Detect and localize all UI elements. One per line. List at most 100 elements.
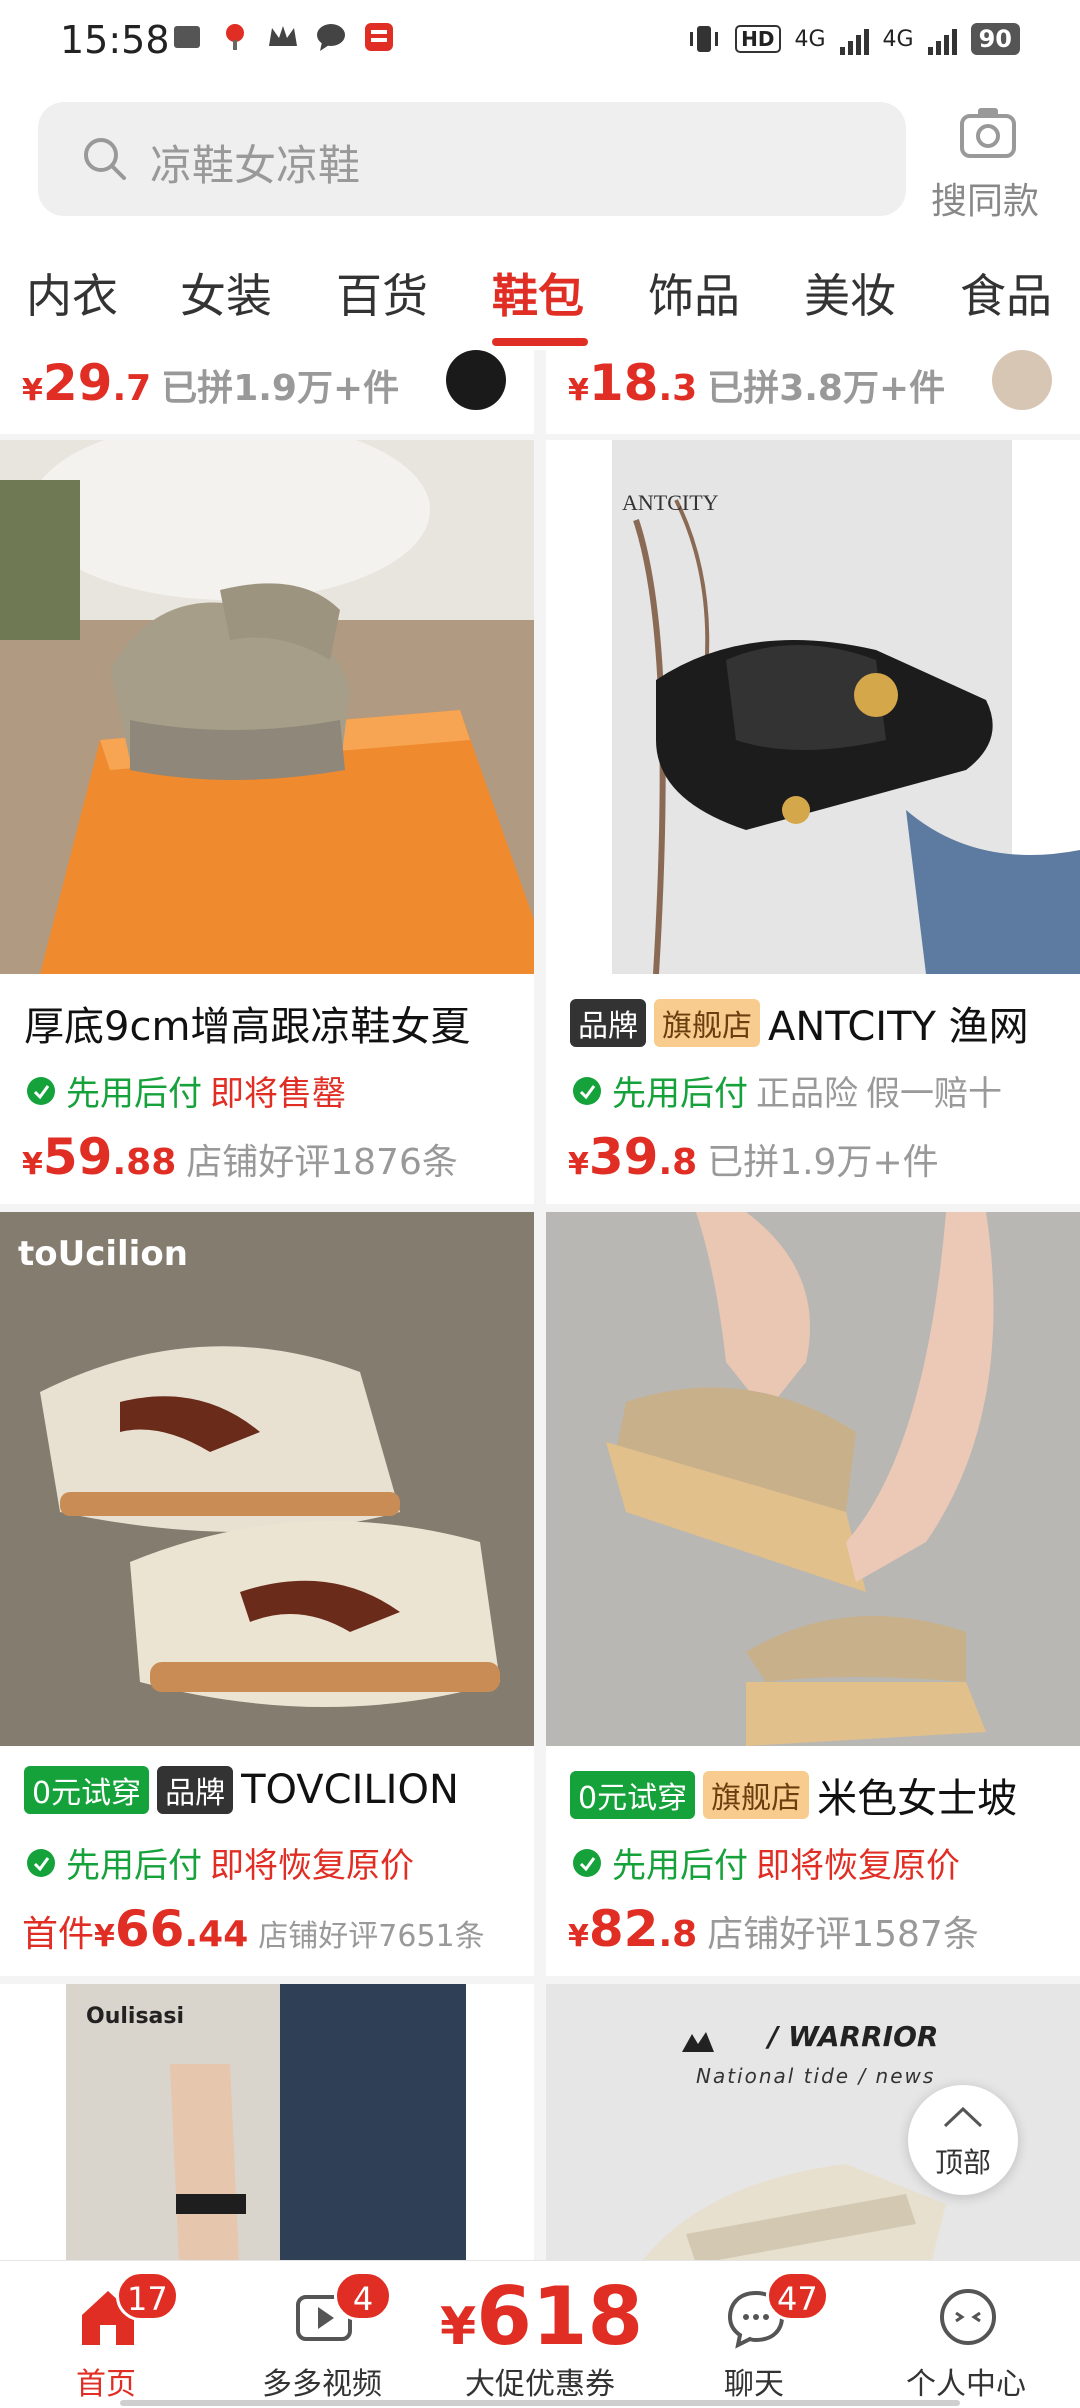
pay-later-icon: [573, 1848, 601, 1877]
product-card[interactable]: toUcilion 0元试穿 品牌 TOVCILION 先用后付 即将恢复原价 …: [0, 1212, 534, 1976]
product-title-row: 0元试穿 旗舰店 米色女士坡: [570, 1766, 1070, 1824]
product-title: 米色女士坡: [817, 1776, 1018, 1822]
product-price-row: ¥59.88 店铺好评1876条: [22, 1128, 458, 1186]
nav-promo-coupon[interactable]: ¥618 大促优惠券: [440, 2261, 643, 2408]
first-item-label: 首件: [22, 1914, 95, 1955]
product-title: TOVCILION: [241, 1767, 459, 1813]
pay-later-label: 先用后付: [66, 1846, 202, 1886]
price-status: 即将恢复原价: [756, 1846, 960, 1886]
image-brand-text: / WARRIOR: [768, 2020, 939, 2053]
nav-profile[interactable]: 个人中心: [866, 2261, 1066, 2408]
product-title: 厚底9cm增高跟凉鞋女夏: [24, 1004, 471, 1050]
image-brand-text: Oulisasi: [86, 2004, 185, 2029]
product-price-row: ¥82.8 店铺好评1587条: [568, 1900, 979, 1958]
image-sub-text: National tide / news: [696, 2064, 936, 2088]
pay-later-label: 先用后付: [612, 1846, 748, 1886]
sold-count: 已拼1.9万+件: [161, 368, 400, 409]
sold-count: 已拼1.9万+件: [707, 1142, 939, 1183]
image-brand-text: toUcilion: [18, 1234, 188, 1274]
search-input[interactable]: 凉鞋女凉鞋: [38, 102, 906, 216]
battery-level: 90: [970, 23, 1020, 55]
product-title-row: 品牌 旗舰店 ANTCITY 渔网: [570, 994, 1070, 1052]
product-image: ANTCITY: [546, 440, 1080, 974]
status-notification-icons: [170, 20, 396, 54]
product-title-row: 0元试穿 品牌 TOVCILION: [24, 1766, 524, 1814]
tab-food[interactable]: 食品: [960, 260, 1052, 326]
free-try-tag: 0元试穿: [24, 1766, 150, 1814]
chat-badge: 47: [766, 2271, 829, 2321]
guarantee-label-2: 假一赔十: [866, 1074, 1002, 1114]
status-time: 15:58: [60, 18, 170, 62]
profile-icon: [940, 2289, 996, 2345]
location-icon: [218, 20, 252, 54]
review-count: 店铺好评1587条: [707, 1914, 979, 1955]
nav-home[interactable]: 17 首页: [6, 2261, 206, 2408]
free-try-tag: 0元试穿: [570, 1771, 696, 1819]
tab-general-goods[interactable]: 百货: [336, 260, 428, 326]
back-to-top-button[interactable]: 顶部: [908, 2085, 1018, 2195]
product-image: [0, 440, 534, 974]
signal-icon-2: [927, 23, 957, 55]
product-card[interactable]: 厚底9cm增高跟凉鞋女夏 先用后付 即将售罄 ¥59.88 店铺好评1876条: [0, 440, 534, 1204]
product-card[interactable]: ANTCITY 品牌 旗舰店 ANTCITY 渔网 先用后付 正品险 假一赔十 …: [546, 440, 1080, 1204]
tab-beauty[interactable]: 美妆: [804, 260, 896, 326]
nav-chat[interactable]: 47 聊天: [654, 2261, 854, 2408]
video-badge: 4: [334, 2271, 392, 2321]
pay-later-icon: [27, 1848, 55, 1877]
avatar: [446, 350, 506, 410]
guarantee-label: 正品险: [756, 1074, 858, 1114]
search-placeholder: 凉鞋女凉鞋: [150, 141, 361, 190]
tab-underwear[interactable]: 内衣: [26, 260, 118, 326]
crown-icon: [266, 20, 300, 54]
tab-accessories[interactable]: 饰品: [648, 260, 740, 326]
nav-video[interactable]: 4 多多视频: [222, 2261, 422, 2408]
product-price-row: ¥39.8 已拼1.9万+件: [568, 1128, 939, 1186]
same-style-search-button[interactable]: 搜同款: [920, 100, 1050, 222]
product-price: ¥29.7 已拼1.9万+件: [22, 354, 400, 412]
network-label-1: 4G: [794, 26, 826, 52]
product-price: ¥59.88: [22, 1128, 177, 1186]
same-style-label: 搜同款: [930, 181, 1039, 222]
product-price: ¥66.44: [94, 1900, 249, 1958]
product-badges: 先用后付 即将售罄: [24, 1066, 346, 1115]
pay-later-icon: [27, 1076, 55, 1105]
product-price-row: 首件 ¥66.44 店铺好评7651条: [22, 1900, 485, 1958]
sold-count: 已拼3.8万+件: [707, 368, 946, 409]
search-row: 凉鞋女凉鞋 搜同款: [0, 100, 1080, 222]
product-feed[interactable]: ¥29.7 已拼1.9万+件 ¥18.3 已拼3.8万+件 厚底9cm增高跟凉鞋女夏: [0, 350, 1080, 2260]
search-icon: [84, 138, 126, 180]
home-indicator[interactable]: [120, 2400, 960, 2406]
tab-shoes-bags[interactable]: 鞋包: [492, 260, 584, 326]
app-notification-icon: [170, 20, 204, 54]
product-card-partial-left[interactable]: ¥29.7 已拼1.9万+件: [0, 350, 534, 434]
brand-tag: 品牌: [157, 1766, 234, 1814]
product-badges: 先用后付 正品险 假一赔十: [570, 1066, 1002, 1115]
product-card-partial-right[interactable]: ¥18.3 已拼3.8万+件: [546, 350, 1080, 434]
flagship-tag: 旗舰店: [703, 1771, 810, 1819]
product-price: ¥82.8: [568, 1900, 698, 1958]
warrior-logo-icon: [682, 2032, 714, 2052]
status-system-icons: HD 4G 4G 90: [687, 22, 1020, 56]
brand-tag: 品牌: [570, 999, 646, 1047]
category-tabs: 内衣 女装 百货 鞋包 饰品 美妆 食品: [0, 240, 1080, 350]
app-badge-icon: [362, 20, 396, 54]
chat-bubble-icon: [314, 20, 348, 54]
nav-video-label: 多多视频: [262, 2367, 382, 2402]
home-badge: 17: [116, 2271, 179, 2321]
signal-icon: [839, 23, 869, 55]
product-badges: 先用后付 即将恢复原价: [24, 1838, 414, 1887]
tab-womens-clothing[interactable]: 女装: [180, 260, 272, 326]
vibrate-icon: [690, 26, 719, 52]
product-price: ¥18.3 已拼3.8万+件: [568, 354, 946, 412]
pay-later-label: 先用后付: [66, 1074, 202, 1114]
nav-profile-label: 个人中心: [906, 2367, 1026, 2402]
network-label-2: 4G: [882, 26, 914, 52]
product-card[interactable]: 0元试穿 旗舰店 米色女士坡 先用后付 即将恢复原价 ¥82.8 店铺好评158…: [546, 1212, 1080, 1976]
product-card[interactable]: Oulisasi: [0, 1984, 534, 2260]
chevron-up-icon: [943, 2106, 983, 2128]
product-image: toUcilion: [0, 1212, 534, 1746]
camera-icon: [960, 108, 1016, 158]
review-count: 店铺好评1876条: [186, 1142, 458, 1183]
nav-promo-label: 大促优惠券: [465, 2367, 615, 2402]
bottom-navigation: 17 首页 4 多多视频 ¥618 大促优惠券 47 聊天 个人中心: [0, 2260, 1080, 2408]
